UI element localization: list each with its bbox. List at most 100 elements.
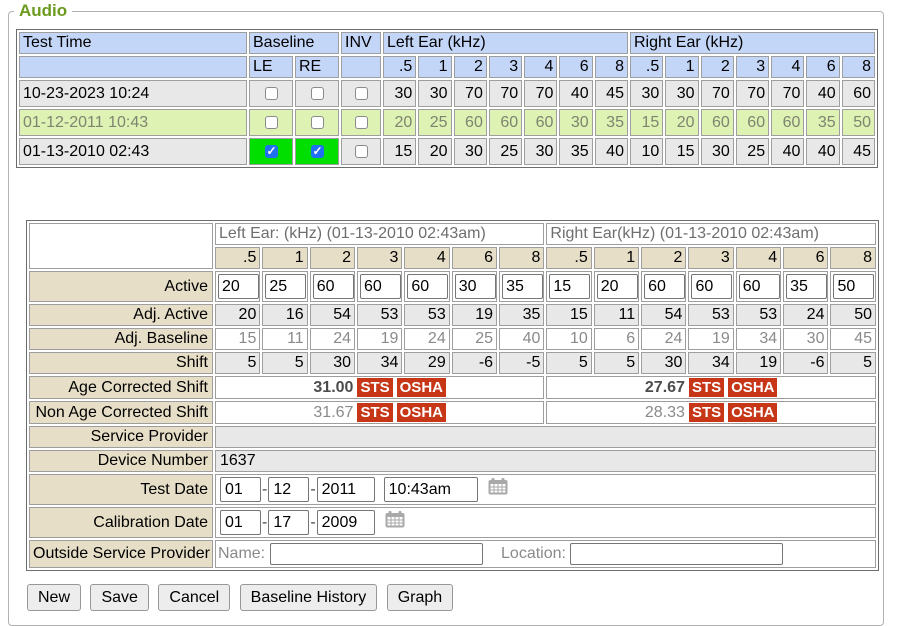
re-baseline-cell bbox=[295, 138, 339, 165]
threshold-cell: 70 bbox=[454, 80, 487, 107]
active-input[interactable] bbox=[691, 274, 732, 299]
freq-header: 4 bbox=[771, 56, 804, 78]
active-input[interactable] bbox=[455, 274, 496, 299]
calibration-year-input[interactable] bbox=[317, 510, 375, 535]
save-button[interactable]: Save bbox=[90, 584, 148, 611]
adj-baseline-cell: 45 bbox=[830, 328, 876, 350]
test-time-input[interactable] bbox=[384, 477, 478, 502]
shift-cell: 34 bbox=[688, 352, 733, 374]
inv-checkbox[interactable] bbox=[355, 145, 368, 158]
freq-header: 8 bbox=[499, 247, 544, 269]
osha-badge: OSHA bbox=[397, 403, 446, 422]
le-baseline-checkbox[interactable] bbox=[265, 145, 278, 158]
new-button[interactable]: New bbox=[27, 584, 81, 611]
adj-active-cell: 53 bbox=[404, 304, 449, 326]
outside-provider-label: Outside Service Provider bbox=[29, 540, 213, 568]
age-corrected-label: Age Corrected Shift bbox=[29, 376, 213, 399]
freq-header: 6 bbox=[806, 56, 839, 78]
active-input[interactable] bbox=[218, 274, 259, 299]
threshold-cell: 70 bbox=[489, 80, 522, 107]
inv-checkbox[interactable] bbox=[355, 116, 368, 129]
col-header-right-ear: Right Ear (kHz) bbox=[630, 32, 875, 54]
service-provider-value bbox=[215, 426, 876, 448]
test-date-day-input[interactable] bbox=[268, 477, 309, 502]
adj-active-cell: 35 bbox=[499, 304, 544, 326]
active-input[interactable] bbox=[597, 274, 638, 299]
active-input[interactable] bbox=[739, 274, 780, 299]
graph-button[interactable]: Graph bbox=[387, 584, 453, 611]
device-number-label: Device Number bbox=[29, 450, 213, 472]
re-baseline-checkbox[interactable] bbox=[311, 87, 324, 100]
age-corrected-left-number: 31.00 bbox=[313, 379, 353, 396]
active-input[interactable] bbox=[360, 274, 401, 299]
freq-header: 1 bbox=[665, 56, 698, 78]
active-input[interactable] bbox=[265, 274, 306, 299]
freq-header: 6 bbox=[559, 56, 592, 78]
threshold-cell: 70 bbox=[771, 80, 804, 107]
active-input[interactable] bbox=[502, 274, 543, 299]
shift-cell: 5 bbox=[215, 352, 260, 374]
freq-header: 2 bbox=[310, 247, 355, 269]
calibration-calendar-icon[interactable] bbox=[385, 511, 405, 533]
test-time-cell: 01-12-2011 10:43 bbox=[19, 109, 247, 136]
empty-header-cell bbox=[19, 56, 247, 78]
cancel-button[interactable]: Cancel bbox=[158, 584, 230, 611]
test-date-row: Test Date -- bbox=[29, 474, 876, 505]
threshold-cell: 25 bbox=[736, 138, 769, 165]
calibration-month-input[interactable] bbox=[220, 510, 261, 535]
le-baseline-checkbox[interactable] bbox=[265, 87, 278, 100]
shift-row: Shift 5 5 30 34 29 -6 -5 5 5 30 34 19 -6… bbox=[29, 352, 876, 374]
adj-active-cell: 54 bbox=[310, 304, 355, 326]
re-baseline-checkbox[interactable] bbox=[311, 145, 324, 158]
action-buttons: New Save Cancel Baseline History Graph bbox=[27, 584, 883, 611]
calibration-date-label: Calibration Date bbox=[29, 507, 213, 538]
sts-badge: STS bbox=[689, 378, 724, 397]
active-input[interactable] bbox=[407, 274, 448, 299]
threshold-cell: 20 bbox=[383, 109, 416, 136]
provider-location-label: Location: bbox=[501, 545, 566, 562]
calibration-date-row: Calibration Date -- bbox=[29, 507, 876, 538]
history-row-2010: 01-13-2010 02:43 15 20 30 25 30 35 40 10… bbox=[19, 138, 875, 165]
date-separator: - bbox=[262, 481, 267, 498]
adj-active-cell: 53 bbox=[736, 304, 781, 326]
threshold-cell: 10 bbox=[630, 138, 663, 165]
test-date-calendar-icon[interactable] bbox=[488, 478, 508, 500]
threshold-cell: 30 bbox=[630, 80, 663, 107]
adj-active-cell: 15 bbox=[546, 304, 591, 326]
le-baseline-checkbox[interactable] bbox=[265, 116, 278, 129]
right-non-age-corrected-value: 28.33STSOSHA bbox=[546, 401, 876, 424]
test-date-month-input[interactable] bbox=[220, 477, 261, 502]
freq-header: 8 bbox=[830, 247, 876, 269]
shift-cell: -5 bbox=[499, 352, 544, 374]
date-separator: - bbox=[310, 514, 315, 531]
inv-cell bbox=[341, 138, 381, 165]
re-baseline-checkbox[interactable] bbox=[311, 116, 324, 129]
active-input[interactable] bbox=[644, 274, 685, 299]
calibration-day-input[interactable] bbox=[268, 510, 309, 535]
inv-checkbox[interactable] bbox=[355, 87, 368, 100]
active-input[interactable] bbox=[833, 274, 874, 299]
le-baseline-cell bbox=[249, 138, 293, 165]
audio-history-table: Test Time Baseline INV Left Ear (kHz) Ri… bbox=[16, 29, 878, 168]
freq-header: 2 bbox=[454, 56, 487, 78]
shift-cell: 5 bbox=[830, 352, 876, 374]
col-header-re: RE bbox=[295, 56, 339, 78]
threshold-cell: 15 bbox=[383, 138, 416, 165]
adj-active-cell: 16 bbox=[262, 304, 307, 326]
provider-name-input[interactable] bbox=[270, 543, 483, 565]
test-date-year-input[interactable] bbox=[317, 477, 375, 502]
threshold-cell: 40 bbox=[559, 80, 592, 107]
active-input[interactable] bbox=[313, 274, 354, 299]
provider-location-input[interactable] bbox=[570, 543, 783, 565]
non-age-corrected-right-number: 28.33 bbox=[645, 404, 685, 421]
adj-baseline-cell: 30 bbox=[783, 328, 828, 350]
section-title: Audio bbox=[14, 1, 72, 21]
baseline-history-button[interactable]: Baseline History bbox=[240, 584, 378, 611]
freq-header: .5 bbox=[546, 247, 591, 269]
active-input[interactable] bbox=[786, 274, 827, 299]
active-input[interactable] bbox=[549, 274, 590, 299]
col-header-left-ear: Left Ear (kHz) bbox=[383, 32, 628, 54]
threshold-cell: 45 bbox=[595, 80, 628, 107]
freq-header: .5 bbox=[383, 56, 416, 78]
threshold-cell: 60 bbox=[736, 109, 769, 136]
